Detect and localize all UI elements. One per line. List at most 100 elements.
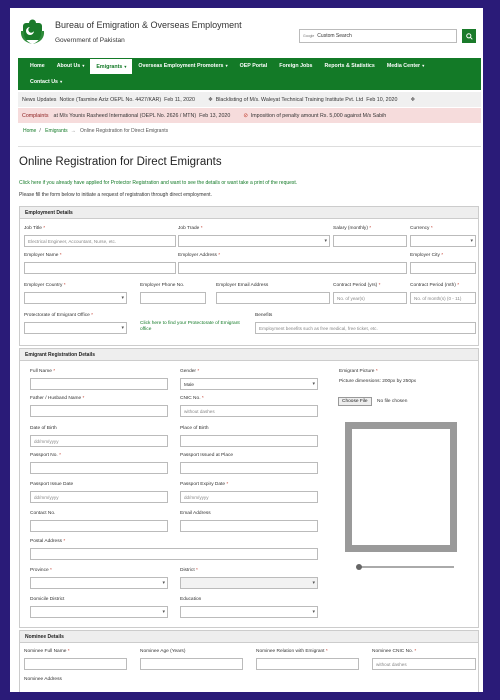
chevron-down-icon: ▾ [123,64,127,69]
page-title: Online Registration for Direct Emigrants [19,156,222,168]
passport-issue-input[interactable]: dd/mm/yyyy [30,491,168,503]
nominee-details-section: Nominee Details Nominee Full Name * Nomi… [19,630,479,692]
employer-email-input[interactable] [216,292,330,304]
salary-input[interactable] [333,235,407,247]
employer-name-input[interactable] [24,262,176,274]
district-select[interactable] [180,577,318,589]
district-label: District * [180,568,198,573]
search-icon [465,32,473,40]
postal-address-label: Postal Address * [30,539,66,544]
ticker-item[interactable]: Blacklisting of M/s. Waleyat Technical T… [216,97,403,103]
form-instruction: Please fill the form below to initiate a… [19,192,212,198]
email-label: Email Address [180,511,211,516]
contact-label: Contact No. [30,511,56,516]
job-trade-label: Job Trade * [178,226,203,231]
currency-select[interactable] [410,235,476,247]
passport-input[interactable] [30,462,168,474]
breadcrumb-home[interactable]: Home [23,128,36,134]
job-trade-select[interactable] [178,235,330,247]
picture-preview [345,422,457,552]
employer-country-select[interactable] [24,292,127,304]
alert-icon: ⊘ [243,112,248,119]
job-title-label: Job Title * [24,226,46,231]
nav-item-overseas-employment-promoters[interactable]: Overseas Employment Promoters ▾ [132,58,233,74]
education-label: Education [180,597,202,602]
nav-item-about-us[interactable]: About Us ▾ [51,58,91,74]
employer-phone-label: Employer Phone No. [140,283,185,288]
job-title-input[interactable]: Electrical Engineer, Accountant, Nurse, … [24,235,176,247]
employer-email-label: Employer Email Address [216,283,269,288]
benefits-input[interactable]: Employment benefits such as free medical… [255,322,476,334]
picture-upload[interactable]: Choose File No file chosen [338,397,408,406]
section-heading: Employment Details [20,207,478,219]
protectorate-select[interactable] [24,322,127,334]
education-select[interactable] [180,606,318,618]
nominee-age-label: Nominee Age (Years) [140,649,186,654]
dob-input[interactable]: dd/mm/yyyy [30,435,168,447]
domicile-select[interactable] [30,606,168,618]
passport-expiry-input[interactable]: dd/mm/yyyy [180,491,318,503]
breadcrumb: Home / Emigrants → Online Registration for… [23,128,169,134]
nominee-age-input[interactable] [140,658,243,670]
employer-address-label: Employer Address * [178,253,221,258]
breadcrumb-emigrants[interactable]: Emigrants [45,128,68,134]
contact-input[interactable] [30,520,168,532]
contract-months-input[interactable]: No. of month(s) (0 - 11) [410,292,476,304]
chevron-down-icon: ▾ [81,63,85,68]
full-name-label: Full Name * [30,369,56,374]
find-protectorate-link[interactable]: Click here to find your Protectorate of … [140,321,250,333]
employer-name-label: Employer Name * [24,253,62,258]
passport-place-input[interactable] [180,462,318,474]
gender-label: Gender * [180,369,200,374]
choose-file-button[interactable]: Choose File [338,397,372,406]
employer-address-input[interactable] [178,262,407,274]
search-placeholder: Custom Search [317,33,352,39]
picture-zoom-slider[interactable] [356,564,454,570]
nav-item-label: About Us [56,63,81,69]
search-provider-label: Google [303,34,315,38]
contract-years-input[interactable]: No. of year(s) [333,292,407,304]
complaint-item[interactable]: Imposition of penalty amount Rs. 5,000 a… [251,113,386,119]
province-label: Province * [30,568,52,573]
cnic-label: CNIC No. * [180,396,204,401]
dob-label: Date of Birth [30,426,57,431]
province-select[interactable] [30,577,168,589]
slider-handle[interactable] [356,564,362,570]
section-heading: Nominee Details [20,631,478,643]
pob-input[interactable] [180,435,318,447]
father-name-input[interactable] [30,405,168,417]
nav-item-contact-us[interactable]: Contact Us ▾ [24,74,68,90]
complaint-item[interactable]: at M/s Younis Rasheed International (OEP… [54,113,236,119]
site-header: Bureau of Emigration & Overseas Employme… [10,8,483,56]
email-input[interactable] [180,520,318,532]
ticker-item[interactable]: Notice (Tasmine Aziz OEPL No. 4427/KAR) F… [59,97,200,103]
chevron-down-icon: ▾ [224,63,228,68]
father-name-label: Father / Husband Name * [30,396,85,401]
nav-item-label: Foreign Jobs [279,63,313,69]
breadcrumb-current: Online Registration for Direct Emigrants [80,128,169,134]
gender-select[interactable]: Male [180,378,318,390]
nav-item-oep-portal[interactable]: OEP Portal [234,58,274,74]
nav-item-foreign-jobs[interactable]: Foreign Jobs [273,58,318,74]
employer-phone-input[interactable] [140,292,206,304]
no-file-text: No file chosen [377,399,408,404]
employer-city-label: Employer City * [410,253,444,258]
full-name-input[interactable] [30,378,168,390]
nav-item-emigrants[interactable]: Emigrants ▾ [90,58,133,74]
cnic-input[interactable]: without dashes [180,405,318,417]
nav-item-media-center[interactable]: Media Center ▾ [381,58,430,74]
nav-item-home[interactable]: Home [24,58,51,74]
nav-item-reports-statistics[interactable]: Reports & Statistics [318,58,380,74]
employer-city-input[interactable] [410,262,476,274]
protectorate-label: Protectorate of Emigrant Office * [24,313,93,318]
contract-months-label: Contract Period (mth) * [410,283,460,288]
nav-item-label: Reports & Statistics [324,63,375,69]
nominee-name-input[interactable] [24,658,127,670]
nav-row: Home About Us ▾ Emigrants ▾ Overseas Employ… [18,58,481,74]
search-button[interactable] [462,29,476,43]
nominee-cnic-input[interactable]: without dashes [372,658,476,670]
nominee-relation-input[interactable] [256,658,359,670]
search-input[interactable]: Google Custom Search [299,29,457,43]
postal-address-input[interactable] [30,548,318,560]
protector-registration-link[interactable]: Click here if you already have applied f… [19,180,297,186]
